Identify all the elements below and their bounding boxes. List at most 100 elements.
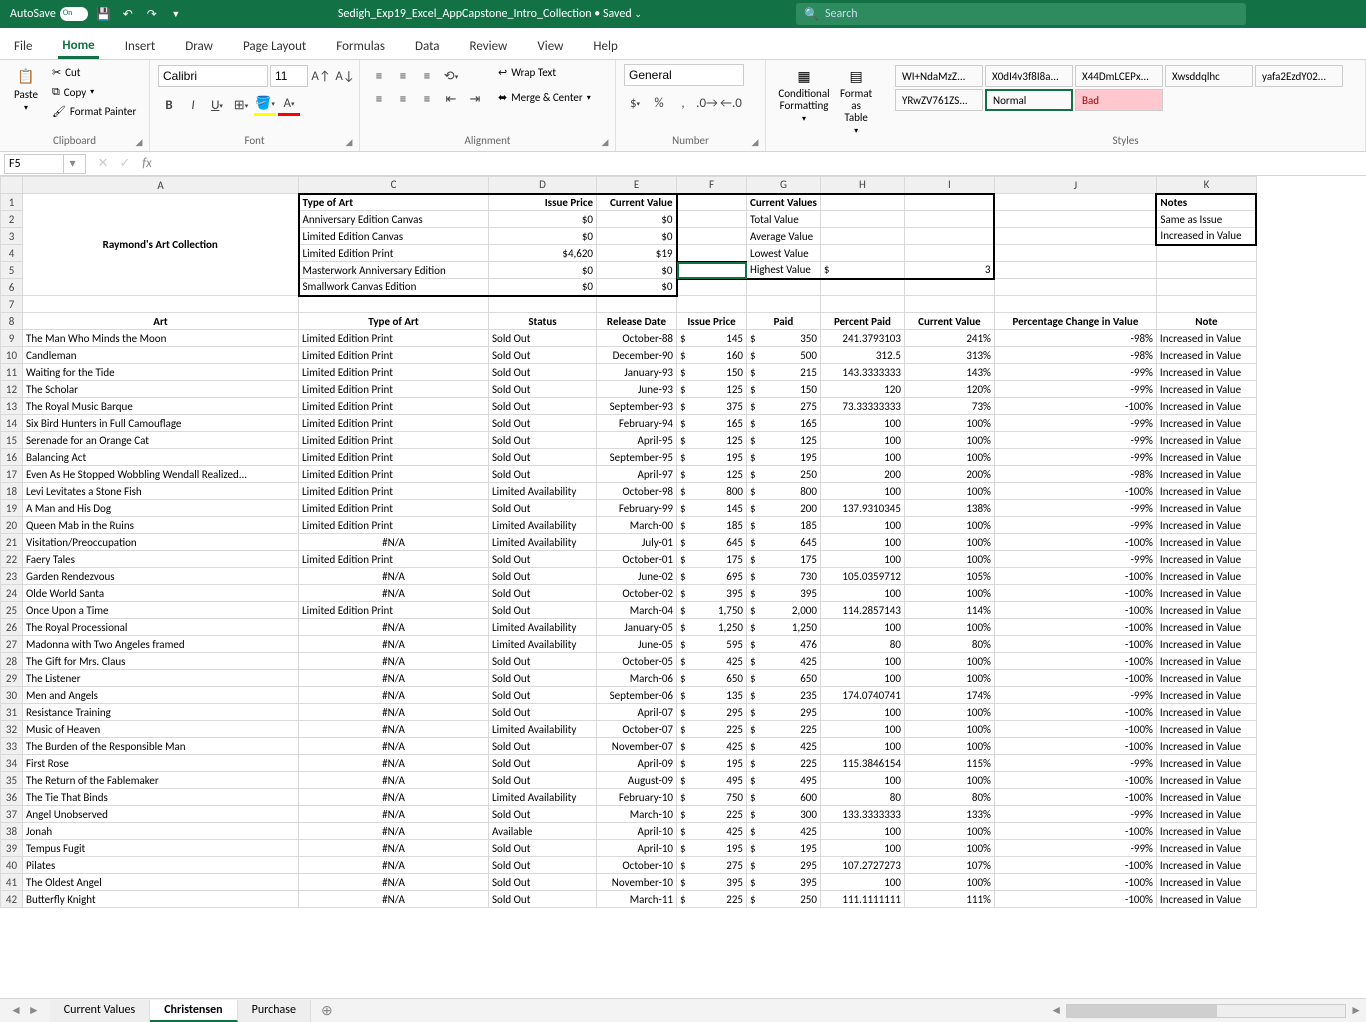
col-header[interactable]: G xyxy=(747,177,821,194)
search-box[interactable]: 🔍 Search xyxy=(796,3,1246,25)
row-header[interactable]: 1 xyxy=(1,194,23,211)
cell[interactable]: -100% xyxy=(994,602,1156,619)
row-header[interactable]: 25 xyxy=(1,602,23,619)
cell[interactable]: A Man and His Dog xyxy=(23,500,299,517)
cell[interactable]: October-01 xyxy=(597,551,677,568)
cell[interactable] xyxy=(904,245,994,262)
cell[interactable]: Lowest Value xyxy=(747,245,821,262)
sheet-tab-christensen[interactable]: Christensen xyxy=(150,1000,237,1022)
cell[interactable]: -98% xyxy=(994,330,1156,347)
cell[interactable]: Limited Edition Print xyxy=(299,449,489,466)
cell[interactable]: $425 xyxy=(747,653,821,670)
cell[interactable]: $225 xyxy=(747,721,821,738)
cell[interactable]: -100% xyxy=(994,670,1156,687)
cell[interactable]: Waiting for the Tide xyxy=(23,364,299,381)
cell[interactable] xyxy=(489,296,597,313)
row-header[interactable]: 29 xyxy=(1,670,23,687)
cell[interactable]: #N/A xyxy=(299,568,489,585)
confirm-icon[interactable]: ✓ xyxy=(114,156,136,171)
row-header[interactable]: 27 xyxy=(1,636,23,653)
undo-icon[interactable]: ↶ xyxy=(120,6,136,22)
cell[interactable]: $150 xyxy=(677,364,747,381)
scroll-left-icon[interactable]: ◄ xyxy=(1046,1003,1066,1018)
cell[interactable] xyxy=(747,279,821,296)
cell[interactable]: Six Bird Hunters in Full Camouflage xyxy=(23,415,299,432)
save-icon[interactable]: 💾 xyxy=(96,6,112,22)
sheet-tab-purchase[interactable]: Purchase xyxy=(238,1000,311,1022)
row-header[interactable]: 13 xyxy=(1,398,23,415)
cell[interactable]: $195 xyxy=(747,449,821,466)
cell[interactable]: 100 xyxy=(820,415,904,432)
cell-style-yrwzv761zs[interactable]: YRwZV761ZS... xyxy=(895,89,983,111)
cell[interactable]: #N/A xyxy=(299,772,489,789)
cell[interactable]: June-93 xyxy=(597,381,677,398)
cell[interactable]: Limited Edition Print xyxy=(299,245,489,262)
bold-button[interactable]: B xyxy=(158,94,180,116)
cell[interactable]: $165 xyxy=(677,415,747,432)
cell[interactable]: $350 xyxy=(747,330,821,347)
cell[interactable]: April-95 xyxy=(597,432,677,449)
cell[interactable]: 80 xyxy=(820,789,904,806)
cell[interactable]: 100% xyxy=(904,874,994,891)
cell[interactable]: Current Value xyxy=(597,194,677,211)
row-header[interactable]: 6 xyxy=(1,279,23,296)
cell[interactable]: Increased in Value xyxy=(1156,619,1256,636)
cell[interactable]: $476 xyxy=(747,636,821,653)
cell[interactable]: Balancing Act xyxy=(23,449,299,466)
cell[interactable]: -100% xyxy=(994,891,1156,908)
cell[interactable]: Increased in Value xyxy=(1156,874,1256,891)
cell[interactable]: $0 xyxy=(489,228,597,245)
cancel-icon[interactable]: ✕ xyxy=(92,156,114,171)
cell[interactable] xyxy=(1156,245,1256,262)
row-header[interactable]: 30 xyxy=(1,687,23,704)
cell[interactable]: Increased in Value xyxy=(1156,772,1256,789)
cell[interactable] xyxy=(820,194,904,211)
cell[interactable]: Same as Issue xyxy=(1156,211,1256,228)
cell-style-xwsddqlhc[interactable]: Xwsddqlhc xyxy=(1165,65,1253,87)
cell[interactable]: -99% xyxy=(994,840,1156,857)
cell[interactable]: October-10 xyxy=(597,857,677,874)
row-header[interactable]: 39 xyxy=(1,840,23,857)
cell[interactable]: Limited Availability xyxy=(489,619,597,636)
cell[interactable]: The Royal Processional xyxy=(23,619,299,636)
col-header[interactable]: F xyxy=(677,177,747,194)
cell[interactable]: Sold Out xyxy=(489,857,597,874)
cell-style-x44dmlcepx[interactable]: X44DmLCEPx... xyxy=(1075,65,1163,87)
cell[interactable]: Increased in Value xyxy=(1156,806,1256,823)
cell[interactable]: Status xyxy=(489,313,597,330)
cell[interactable]: Increased in Value xyxy=(1156,228,1256,245)
cell[interactable]: Sold Out xyxy=(489,874,597,891)
align-middle-icon[interactable]: ≡ xyxy=(392,65,414,87)
cell[interactable]: Increased in Value xyxy=(1156,500,1256,517)
cell[interactable]: 100% xyxy=(904,449,994,466)
font-name-select[interactable] xyxy=(158,65,268,87)
cell[interactable]: The Man Who Minds the Moon xyxy=(23,330,299,347)
cell[interactable]: 100% xyxy=(904,704,994,721)
cell[interactable]: The Return of the Fablemaker xyxy=(23,772,299,789)
cell[interactable]: -100% xyxy=(994,857,1156,874)
cell[interactable]: Sold Out xyxy=(489,602,597,619)
cell[interactable]: January-93 xyxy=(597,364,677,381)
cell[interactable]: Men and Angels xyxy=(23,687,299,704)
cell[interactable]: 73% xyxy=(904,398,994,415)
cell[interactable]: Resistance Training xyxy=(23,704,299,721)
cell[interactable]: October-05 xyxy=(597,653,677,670)
cell[interactable]: 100% xyxy=(904,738,994,755)
cell[interactable]: -100% xyxy=(994,636,1156,653)
cell[interactable]: $650 xyxy=(677,670,747,687)
row-header[interactable]: 26 xyxy=(1,619,23,636)
cell[interactable]: #N/A xyxy=(299,534,489,551)
cell[interactable]: 80% xyxy=(904,789,994,806)
cell[interactable]: Current Values xyxy=(747,194,821,211)
row-header[interactable]: 10 xyxy=(1,347,23,364)
row-header[interactable]: 21 xyxy=(1,534,23,551)
cell[interactable]: Art xyxy=(23,313,299,330)
cell[interactable]: Garden Rendezvous xyxy=(23,568,299,585)
cell[interactable]: Release Date xyxy=(597,313,677,330)
cell[interactable]: -98% xyxy=(994,347,1156,364)
cell[interactable]: $275 xyxy=(677,857,747,874)
row-header[interactable]: 8 xyxy=(1,313,23,330)
row-header[interactable]: 2 xyxy=(1,211,23,228)
cell[interactable]: 100 xyxy=(820,738,904,755)
name-box[interactable]: F5 ▾ xyxy=(4,154,86,174)
